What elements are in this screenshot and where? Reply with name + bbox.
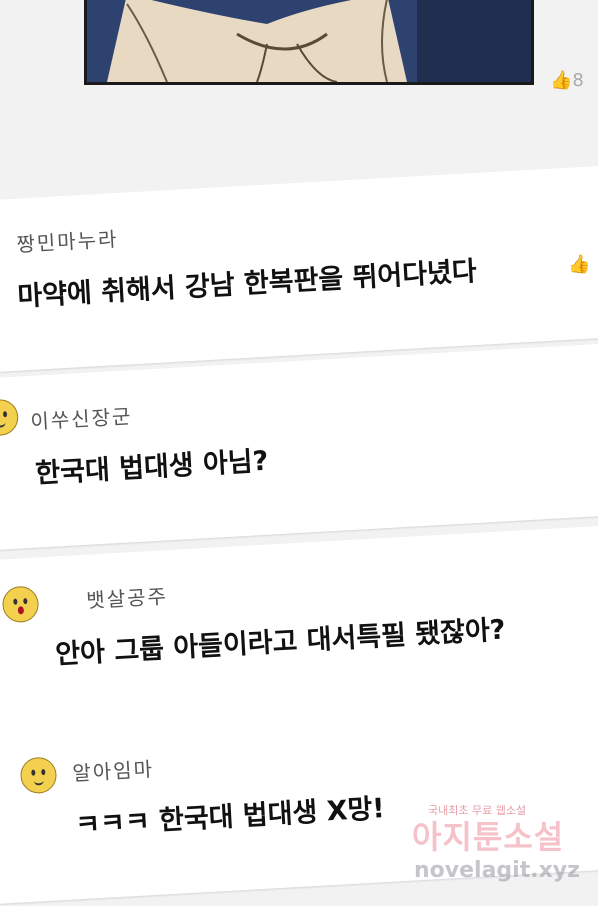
comment-text: 마약에 취해서 강남 한복판을 뛰어다녔다 xyxy=(16,255,478,313)
comment-text: 한국대 법대생 아님? xyxy=(34,445,270,490)
comment-text: ㅋㅋㅋ 한국대 법대생 X망! xyxy=(74,793,386,842)
like-count: 8 xyxy=(572,70,584,91)
comic-panel-image xyxy=(84,0,534,85)
comment-card: 이쑤신장군 한국대 법대생 아님? xyxy=(0,342,598,550)
smiley-avatar-icon xyxy=(0,398,20,437)
comment-card: 뱃살공주 안아 그룹 아들이라고 대서특필 됐잖아? xyxy=(0,524,598,732)
comment-card: 짱민마누라 마약에 취해서 강남 한복판을 뛰어다녔다 xyxy=(0,164,598,372)
comment-username: 이쑤신장군 xyxy=(29,404,134,434)
comment-username: 알아임마 xyxy=(71,756,155,786)
comment-username: 짱민마누라 xyxy=(15,226,120,257)
surprised-avatar-icon xyxy=(1,585,40,624)
thumbs-up-icon[interactable]: 👍 xyxy=(568,254,590,275)
comment-username: 뱃살공주 xyxy=(85,584,169,613)
comment-text: 안아 그룹 아들이라고 대서특필 됐잖아? xyxy=(54,614,507,671)
watermark-logo: 아지툰소설 xyxy=(412,818,565,856)
thumbs-up-icon[interactable]: 👍8 xyxy=(550,70,584,91)
smiley-avatar-icon xyxy=(19,756,58,795)
watermark-url: novelagit.xyz xyxy=(414,858,580,883)
